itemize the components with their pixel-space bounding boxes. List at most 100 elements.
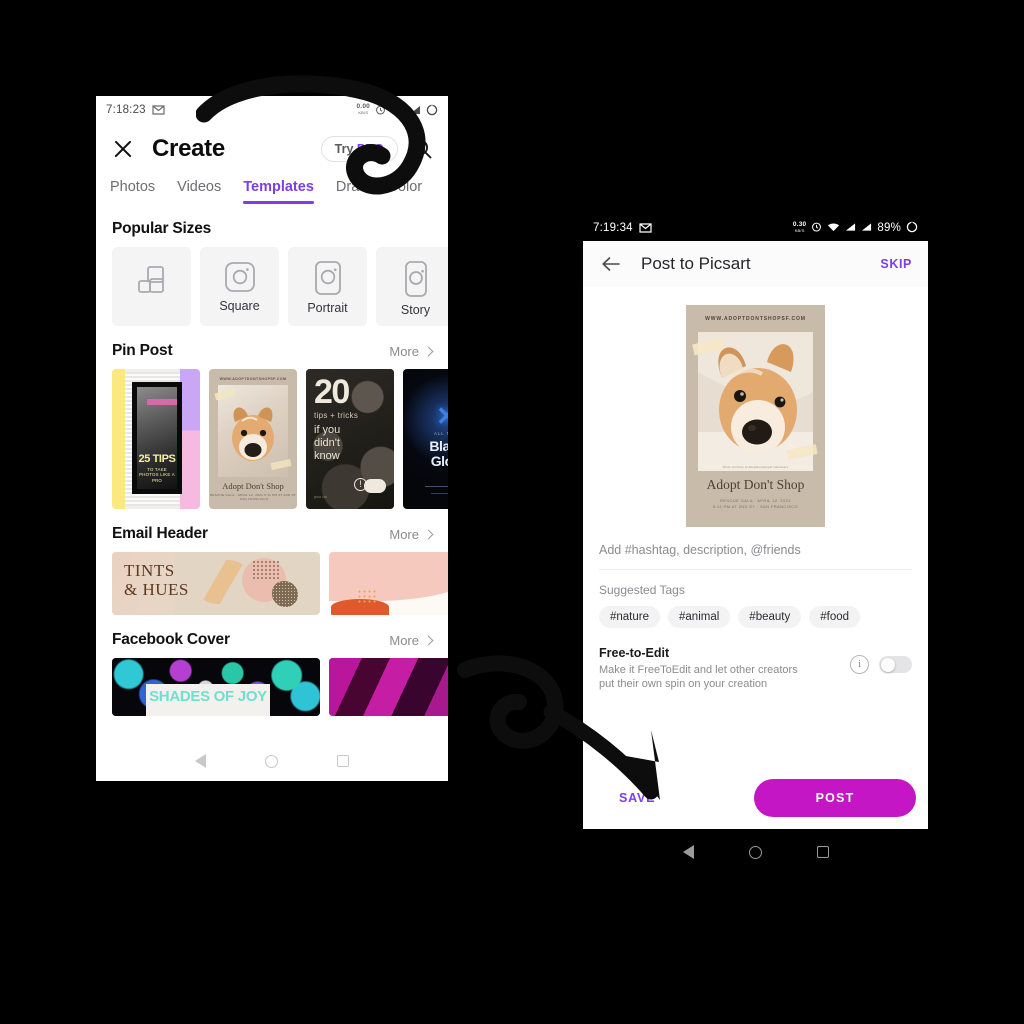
template-headline: TINTS & HUES [124, 561, 189, 599]
section-title: Facebook Cover [112, 631, 230, 648]
template-card-25-tips[interactable]: 25 TIPS TO TAKE PHOTOS LIKE A PRO [112, 369, 200, 509]
more-button-pin-post[interactable]: More [389, 343, 434, 359]
tab-draw-and-color[interactable]: Draw & Color [336, 179, 422, 204]
tag-chip-food[interactable]: #food [809, 606, 861, 628]
size-card-square[interactable]: Square [200, 247, 279, 326]
more-label: More [389, 526, 419, 542]
template-headline: Black Glow [429, 438, 448, 469]
poster-url: WWW.ADOPTDONTSHOPSF.COM [705, 316, 806, 322]
screenshot-canvas: 7:18:23 0.00 KB/S Create Try PRO Photos … [0, 0, 1024, 1024]
battery-icon [906, 221, 918, 236]
section-header-pin-post: Pin Post More [96, 326, 448, 369]
home-icon[interactable] [264, 754, 278, 768]
gmail-icon [152, 104, 165, 115]
android-nav-bar-right [583, 829, 928, 875]
template-url: WWW.ADOPTDONTSHOPSF.COM [219, 377, 287, 381]
post-footer: SAVE POST [583, 767, 928, 829]
dog-photo-icon [232, 407, 274, 461]
tab-videos[interactable]: Videos [177, 179, 221, 204]
info-icon[interactable]: i [850, 655, 869, 674]
app-bar-post: Post to Picsart SKIP [583, 241, 928, 287]
status-time: 7:18:23 [106, 103, 146, 116]
battery-percent: 89% [877, 222, 901, 234]
section-title: Popular Sizes [112, 220, 212, 237]
skip-button[interactable]: SKIP [880, 257, 912, 271]
popular-sizes-row[interactable]: Square Portrait Story [96, 247, 448, 326]
template-line1: tips + tricks [314, 411, 359, 420]
template-card-20-tips[interactable]: 20 tips + tricks if you didn't know ! yo… [306, 369, 394, 509]
close-icon[interactable] [110, 136, 136, 162]
description-input[interactable]: Add #hashtag, description, @friends [599, 543, 912, 570]
wifi-icon [827, 222, 840, 235]
tag-chip-animal[interactable]: #animal [668, 606, 731, 628]
status-bar-left: 7:18:23 0.00 KB/S [96, 96, 448, 123]
more-label: More [389, 343, 419, 359]
section-title: Pin Post [112, 342, 173, 359]
page-title: Create [152, 135, 225, 162]
template-headline: SHADES OF JOY [149, 688, 267, 705]
section-header-popular-sizes: Popular Sizes [96, 204, 448, 247]
suggested-tags-label: Suggested Tags [599, 583, 685, 597]
back-icon[interactable] [195, 754, 207, 768]
shapes-icon [132, 260, 172, 305]
poster-preview[interactable]: WWW.ADOPTDONTSHOPSF.COM photo courtesy o… [686, 305, 825, 527]
back-arrow-icon[interactable] [599, 252, 623, 276]
status-time: 7:19:34 [593, 222, 633, 234]
size-card-custom[interactable] [112, 247, 191, 326]
try-pro-suffix: PRO [356, 142, 384, 156]
recents-icon[interactable] [816, 846, 829, 858]
size-card-story[interactable]: Story [376, 247, 448, 326]
template-card-electric[interactable]: PARTY PLAYLIST Electric [329, 658, 448, 716]
free-to-edit-title: Free-to-Edit [599, 646, 670, 660]
more-label: More [389, 632, 419, 648]
alarm-icon [375, 104, 386, 115]
template-headline: 25 TIPS [138, 452, 176, 465]
square-camera-icon [223, 260, 257, 299]
tab-templates[interactable]: Templates [243, 179, 314, 204]
free-to-edit-row: Free-to-Edit Make it FreeToEdit and let … [583, 628, 928, 691]
content-scroll[interactable]: Popular Sizes Square Portrait Story Pin … [96, 204, 448, 716]
more-button-facebook-cover[interactable]: More [389, 632, 434, 648]
template-card-hello[interactable]: HELL [329, 552, 448, 615]
back-icon[interactable] [682, 845, 694, 859]
exclamation-icon: ! [354, 478, 367, 491]
template-card-tints-and-hues[interactable]: TINTS & HUES [112, 552, 320, 615]
gmail-icon [639, 223, 652, 233]
pin-post-row[interactable]: 25 TIPS TO TAKE PHOTOS LIKE A PRO WWW.AD… [96, 369, 448, 509]
chevron-right-icon [423, 635, 434, 645]
template-subline: TO TAKE PHOTOS LIKE A PRO [139, 466, 175, 483]
tag-chip-beauty[interactable]: #beauty [738, 606, 802, 628]
size-card-portrait[interactable]: Portrait [288, 247, 367, 326]
phone-screen-create: 7:18:23 0.00 KB/S Create Try PRO Photos … [96, 96, 448, 781]
chevron-right-icon [423, 529, 434, 539]
section-header-facebook-cover: Facebook Cover More [96, 615, 448, 658]
poster-sub: RESCUE GALA · APRIL 12, 2021 5:11 PM AT … [712, 498, 799, 509]
tag-chip-nature[interactable]: #nature [599, 606, 661, 628]
facebook-cover-row[interactable]: SHADES OF JOY PARTY PLAYLIST Electric [96, 658, 448, 716]
section-header-email-header: Email Header More [96, 509, 448, 552]
save-button[interactable]: SAVE [595, 781, 679, 815]
template-line2: if you didn't know [314, 424, 341, 462]
recents-icon[interactable] [336, 755, 349, 767]
template-card-shades-of-joy[interactable]: SHADES OF JOY [112, 658, 320, 716]
android-nav-bar-left [96, 741, 448, 781]
signal-icon [409, 105, 421, 115]
more-button-email-header[interactable]: More [389, 526, 434, 542]
email-header-row[interactable]: TINTS & HUES HELL [96, 552, 448, 615]
template-footer: you do [314, 494, 328, 499]
free-to-edit-toggle[interactable] [879, 656, 912, 673]
status-bar-right: 7:19:34 0.30 KB/S 89% [583, 215, 928, 241]
search-icon[interactable] [410, 137, 434, 161]
post-button[interactable]: POST [754, 779, 916, 817]
chevron-right-icon [423, 346, 434, 356]
suggested-tags-list: #nature #animal #beauty #food [599, 606, 912, 628]
post-screen-body: Post to Picsart SKIP WWW.ADOPTDONTSHOPSF… [583, 241, 928, 829]
tab-photos[interactable]: Photos [110, 179, 155, 204]
try-pro-prefix: Try [334, 142, 357, 156]
template-card-black-glow[interactable]: ✕ ALL NEW Black Glow [403, 369, 448, 509]
home-icon[interactable] [748, 845, 762, 859]
x-glyph-icon: ✕ [436, 401, 448, 431]
template-card-adopt-dont-shop[interactable]: WWW.ADOPTDONTSHOPSF.COM Adopt Don't Shop… [209, 369, 297, 509]
network-rate: 0.00 KB/S [356, 102, 370, 115]
try-pro-button[interactable]: Try PRO [320, 136, 398, 162]
